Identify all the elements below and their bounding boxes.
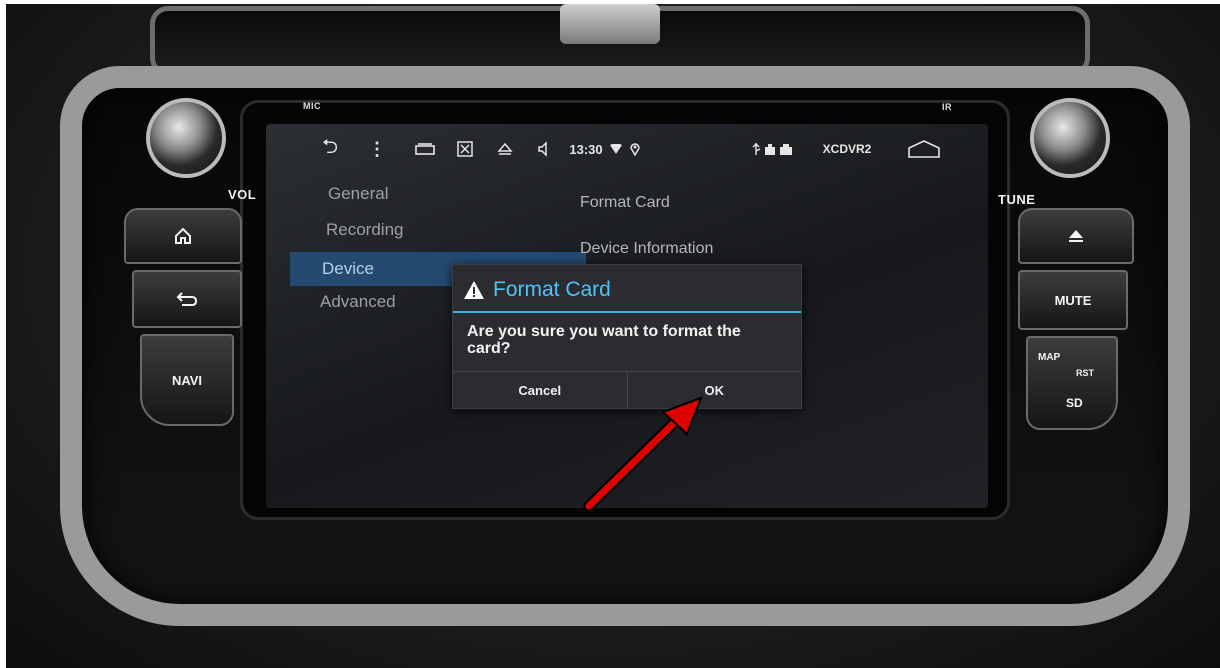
recent-apps-icon[interactable] — [412, 138, 438, 160]
volume-icon[interactable] — [534, 138, 556, 160]
hardware-navi-button[interactable]: NAVI — [140, 334, 234, 426]
status-bar: ⮌ ⋮ 13:30 XCDVR2 — [266, 124, 988, 174]
dialog-divider — [453, 311, 801, 313]
hardware-mute-button[interactable]: MUTE — [1018, 270, 1128, 330]
back-icon — [176, 292, 198, 306]
overflow-menu-icon[interactable]: ⋮ — [368, 138, 386, 160]
red-pointer-arrow — [583, 396, 703, 512]
hardware-back-button[interactable] — [132, 270, 242, 328]
mic-label: MIC — [303, 101, 321, 111]
eject-icon — [1069, 230, 1083, 242]
hardware-eject-button[interactable] — [1018, 208, 1134, 264]
dialog-title-text: Format Card — [493, 278, 611, 301]
hardware-map-rst-button[interactable]: MAP RST SD — [1026, 336, 1118, 430]
tune-label: TUNE — [998, 192, 1036, 207]
map-label: MAP — [1038, 352, 1061, 363]
close-app-icon[interactable] — [454, 138, 476, 160]
nav-back-icon[interactable]: ⮌ — [314, 136, 346, 160]
menu-item-recording[interactable]: Recording — [326, 220, 404, 240]
menu-item-advanced[interactable]: Advanced — [320, 292, 396, 312]
option-format-card[interactable]: Format Card — [580, 194, 670, 212]
wifi-icon — [609, 138, 623, 160]
dialog-title: Format Card — [463, 273, 611, 307]
warning-icon — [464, 281, 484, 299]
home-icon — [175, 227, 191, 244]
vent-clip — [560, 4, 660, 44]
menu-item-general[interactable]: General — [328, 184, 388, 204]
mute-label: MUTE — [1054, 292, 1092, 308]
active-app-name: XCDVR2 — [822, 142, 872, 156]
location-icon — [628, 138, 642, 160]
clock: 13:30 — [569, 141, 603, 157]
format-card-dialog: Format Card Are you sure you want to for… — [452, 264, 802, 409]
hardware-home-button[interactable] — [124, 208, 242, 264]
ir-label: IR — [942, 102, 952, 112]
sd-label: SD — [1066, 396, 1083, 410]
navi-label: NAVI — [171, 372, 203, 388]
rst-label: RST — [1076, 368, 1094, 378]
tune-knob[interactable] — [1030, 98, 1110, 178]
vol-label: VOL — [228, 187, 257, 202]
eject-screen-icon[interactable] — [494, 138, 516, 160]
option-device-information[interactable]: Device Information — [580, 240, 713, 258]
volume-knob[interactable] — [146, 98, 226, 178]
usb-storage-icons — [750, 138, 798, 160]
dialog-message: Are you sure you want to format the card… — [467, 323, 741, 357]
nav-home-icon[interactable] — [906, 138, 942, 160]
photo-stage: VOL TUNE MIC IR NAVI MUTE MAP RST SD ⮌ ⋮ — [0, 0, 1220, 668]
